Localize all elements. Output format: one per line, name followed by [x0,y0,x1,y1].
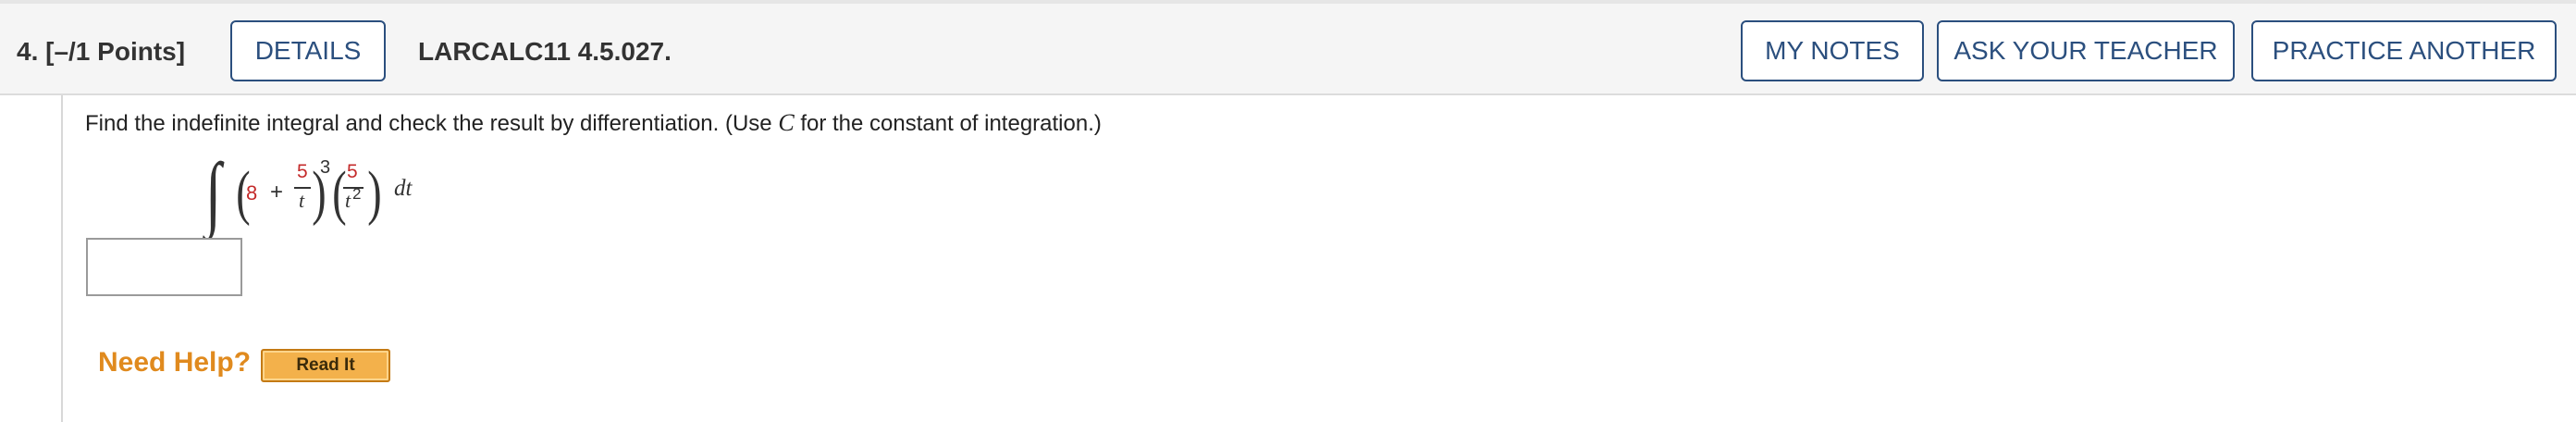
integral-sign: ∫ [205,147,222,239]
need-help-label: Need Help? [98,347,252,378]
plus-sign: + [270,180,284,205]
fraction1-denominator: t [299,189,305,212]
right-paren-2: ) [367,159,382,227]
question-header: 4. [–/1 Points] DETAILS LARCALC11 4.5.02… [0,0,2576,95]
instruction-constant-variable: C [778,109,795,136]
details-button[interactable]: DETAILS [230,20,386,81]
practice-another-button[interactable]: PRACTICE ANOTHER [2251,20,2557,81]
question-points-label: 4. [–/1 Points] [17,37,186,66]
exponent: 3 [320,157,331,178]
fraction1-numerator: 5 [297,161,308,182]
integral-constant: 8 [246,181,258,205]
fraction2-numerator: 5 [347,161,358,182]
differential: dt [394,176,413,201]
content-left-rule [61,95,63,422]
fraction2-denominator-base: t [345,189,351,212]
instruction-text-end: for the constant of integration.) [794,111,1102,136]
problem-code: LARCALC11 4.5.027. [418,37,672,66]
answer-input[interactable] [86,238,242,296]
ask-your-teacher-button[interactable]: ASK YOUR TEACHER [1937,20,2235,81]
read-it-button[interactable]: Read It [261,349,390,382]
my-notes-button[interactable]: MY NOTES [1741,20,1924,81]
instruction-text-start: Find the indefinite integral and check t… [85,111,779,136]
fraction2-denominator-exponent: 2 [352,185,362,203]
problem-instruction: Find the indefinite integral and check t… [85,109,1102,137]
